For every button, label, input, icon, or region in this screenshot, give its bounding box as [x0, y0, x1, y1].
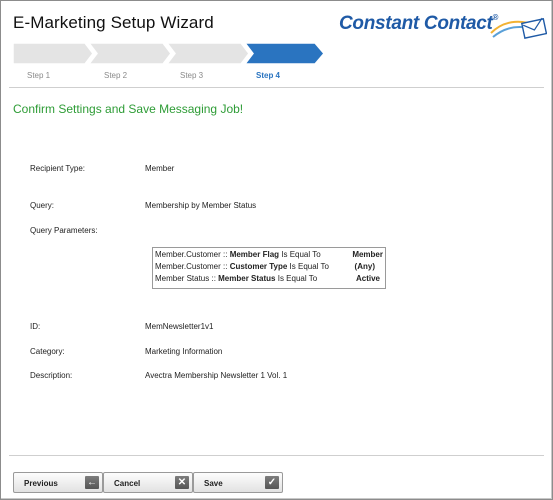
- query-label: Query:: [30, 201, 55, 210]
- query-parameters-box: Member.Customer :: Member Flag Is Equal …: [152, 247, 386, 289]
- recipient-type-label: Recipient Type:: [30, 164, 85, 173]
- description-value: Avectra Membership Newsletter 1 Vol. 1: [145, 371, 288, 380]
- category-value: Marketing Information: [145, 347, 223, 356]
- envelope-swoosh-icon: [490, 17, 547, 39]
- step-1-label[interactable]: Step 1: [27, 71, 50, 80]
- id-value: MemNewsletter1v1: [145, 322, 214, 331]
- window-title: E-Marketing Setup Wizard: [13, 13, 214, 32]
- save-button-label: Save: [204, 479, 223, 488]
- page-heading: Confirm Settings and Save Messaging Job!: [13, 102, 244, 116]
- recipient-type-value: Member: [145, 164, 175, 173]
- id-label: ID:: [30, 322, 41, 331]
- cancel-button-label: Cancel: [114, 479, 141, 488]
- close-icon: ✕: [175, 476, 189, 489]
- query-param-value: (Any): [354, 262, 375, 271]
- step-2-segment: [88, 43, 172, 64]
- step-4-label[interactable]: Step 4: [256, 71, 280, 80]
- step-2-label[interactable]: Step 2: [104, 71, 127, 80]
- step-3-segment: [166, 43, 250, 64]
- cancel-button[interactable]: Cancel ✕: [103, 472, 193, 493]
- previous-button[interactable]: Previous ←: [13, 472, 103, 493]
- logo-text: Constant Contact®: [339, 13, 499, 34]
- query-param-value: Member: [352, 250, 383, 259]
- checkmark-icon: ✓: [265, 476, 279, 489]
- query-param-row: Member.Customer :: Member Flag Is Equal …: [155, 250, 383, 259]
- query-parameters-label: Query Parameters:: [30, 226, 98, 235]
- arrow-left-icon: ←: [85, 476, 99, 489]
- constant-contact-logo: Constant Contact®: [339, 11, 549, 45]
- query-param-value: Active: [355, 274, 380, 283]
- header-divider: [9, 87, 544, 88]
- step-3-label[interactable]: Step 3: [180, 71, 203, 80]
- step-1-segment: [13, 43, 94, 64]
- category-label: Category:: [30, 347, 65, 356]
- query-value: Membership by Member Status: [145, 201, 257, 210]
- step-4-segment: [244, 43, 325, 64]
- query-param-row: Member Status :: Member Status Is Equal …: [155, 274, 380, 283]
- wizard-window: E-Marketing Setup Wizard Constant Contac…: [0, 0, 553, 500]
- footer-divider: [9, 455, 544, 456]
- save-button[interactable]: Save ✓: [193, 472, 283, 493]
- description-label: Description:: [30, 371, 73, 380]
- step-labels: Step 1 Step 2 Step 3 Step 4: [1, 71, 331, 83]
- wizard-progress-bar: [13, 43, 325, 64]
- previous-button-label: Previous: [24, 479, 58, 488]
- query-param-row: Member.Customer :: Customer Type Is Equa…: [155, 262, 375, 271]
